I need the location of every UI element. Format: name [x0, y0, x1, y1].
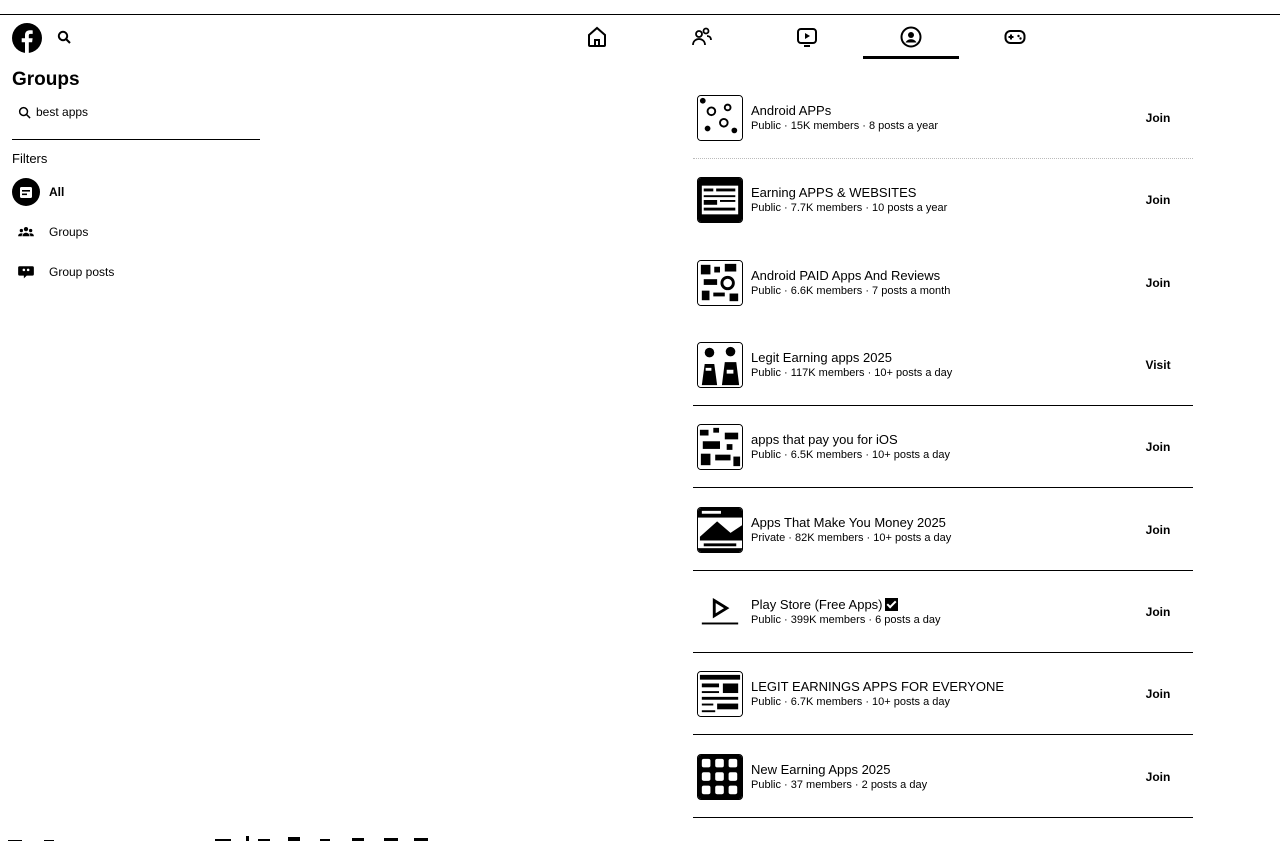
taskbar-strip — [0, 830, 1280, 841]
active-tab-indicator — [863, 56, 959, 59]
filter-label: All — [49, 185, 65, 199]
join-button[interactable]: Join — [1133, 687, 1183, 701]
list-item[interactable]: LEGIT EARNINGS APPS FOR EVERYONE Public … — [693, 653, 1193, 736]
divider — [12, 139, 260, 140]
groups-icon[interactable] — [899, 25, 923, 49]
group-results-list: Android APPs Public · 15K members · 8 po… — [693, 77, 1193, 818]
all-results-icon — [12, 178, 40, 206]
group-cover-image[interactable] — [697, 177, 743, 224]
gaming-icon[interactable] — [1003, 25, 1027, 49]
group-cover-image[interactable] — [697, 342, 743, 389]
group-meta: Public · 7.7K members · 10 posts a year — [751, 202, 948, 215]
group-cover-image[interactable] — [697, 671, 743, 718]
group-meta: Public · 37 members · 2 posts a day — [751, 778, 928, 791]
group-meta: Public · 117K members · 10+ posts a day — [751, 367, 953, 380]
list-item[interactable]: Android APPs Public · 15K members · 8 po… — [693, 77, 1193, 160]
group-meta: Public · 399K members · 6 posts a day — [751, 613, 941, 626]
video-icon[interactable] — [795, 25, 819, 49]
group-meta: Public · 15K members · 8 posts a year — [751, 120, 939, 133]
list-item[interactable]: apps that pay you for iOS Public · 6.5K … — [693, 406, 1193, 489]
group-meta: Private · 82K members · 10+ posts a day — [751, 531, 952, 544]
join-button[interactable]: Join — [1133, 523, 1183, 537]
filter-groups[interactable]: Groups — [12, 218, 88, 246]
join-button[interactable]: Join — [1133, 440, 1183, 454]
group-name-text: Play Store (Free Apps) — [751, 596, 883, 612]
group-cover-image[interactable] — [697, 589, 743, 635]
search-icon — [18, 106, 31, 119]
join-button[interactable]: Join — [1133, 276, 1183, 290]
search-icon[interactable] — [57, 30, 71, 44]
list-item[interactable]: Legit Earning apps 2025 Public · 117K me… — [693, 324, 1193, 407]
group-cover-image[interactable] — [697, 753, 743, 800]
group-name[interactable]: Play Store (Free Apps) — [751, 596, 1133, 613]
list-item[interactable]: Android PAID Apps And Reviews Public · 6… — [693, 242, 1193, 324]
filter-all[interactable]: All — [12, 178, 64, 206]
group-name[interactable]: LEGIT EARNINGS APPS FOR EVERYONE — [751, 678, 1133, 695]
verified-check-icon — [884, 597, 898, 611]
list-item[interactable]: Apps That Make You Money 2025 Private · … — [693, 488, 1193, 571]
visit-button[interactable]: Visit — [1133, 358, 1183, 372]
group-cover-image[interactable] — [697, 95, 743, 142]
join-button[interactable]: Join — [1133, 605, 1183, 619]
group-cover-image[interactable] — [697, 424, 743, 471]
group-name[interactable]: Earning APPS & WEBSITES — [751, 184, 1133, 201]
search-input[interactable]: best apps — [18, 105, 88, 119]
home-icon[interactable] — [585, 25, 609, 49]
join-button[interactable]: Join — [1133, 111, 1183, 125]
group-name[interactable]: Android PAID Apps And Reviews — [751, 267, 1133, 284]
group-name[interactable]: apps that pay you for iOS — [751, 431, 1133, 448]
filter-label: Group posts — [49, 265, 115, 279]
filters-heading: Filters — [12, 151, 48, 166]
group-meta: Public · 6.6K members · 7 posts a month — [751, 284, 951, 297]
search-query: best apps — [36, 105, 89, 119]
page-title: Groups — [12, 69, 80, 90]
group-cover-image[interactable] — [697, 506, 743, 553]
list-item[interactable]: Earning APPS & WEBSITES Public · 7.7K me… — [693, 159, 1193, 241]
group-posts-icon — [12, 258, 40, 286]
divider — [693, 816, 1193, 818]
filter-group-posts[interactable]: Group posts — [12, 258, 114, 286]
facebook-logo-icon[interactable] — [12, 23, 42, 53]
list-item[interactable]: Play Store (Free Apps) Public · 399K mem… — [693, 571, 1193, 654]
join-button[interactable]: Join — [1133, 770, 1183, 784]
group-cover-image[interactable] — [697, 259, 743, 306]
groups-icon — [12, 218, 40, 246]
join-button[interactable]: Join — [1133, 193, 1183, 207]
list-item[interactable]: New Earning Apps 2025 Public · 37 member… — [693, 735, 1193, 818]
group-name[interactable]: New Earning Apps 2025 — [751, 761, 1133, 778]
window-top-border — [0, 14, 1280, 15]
group-name[interactable]: Legit Earning apps 2025 — [751, 349, 1133, 366]
filter-label: Groups — [49, 225, 89, 239]
group-meta: Public · 6.5K members · 10+ posts a day — [751, 449, 951, 462]
group-name[interactable]: Apps That Make You Money 2025 — [751, 514, 1133, 531]
friends-icon[interactable] — [690, 25, 714, 49]
group-name[interactable]: Android APPs — [751, 102, 1133, 119]
group-meta: Public · 6.7K members · 10+ posts a day — [751, 696, 951, 709]
